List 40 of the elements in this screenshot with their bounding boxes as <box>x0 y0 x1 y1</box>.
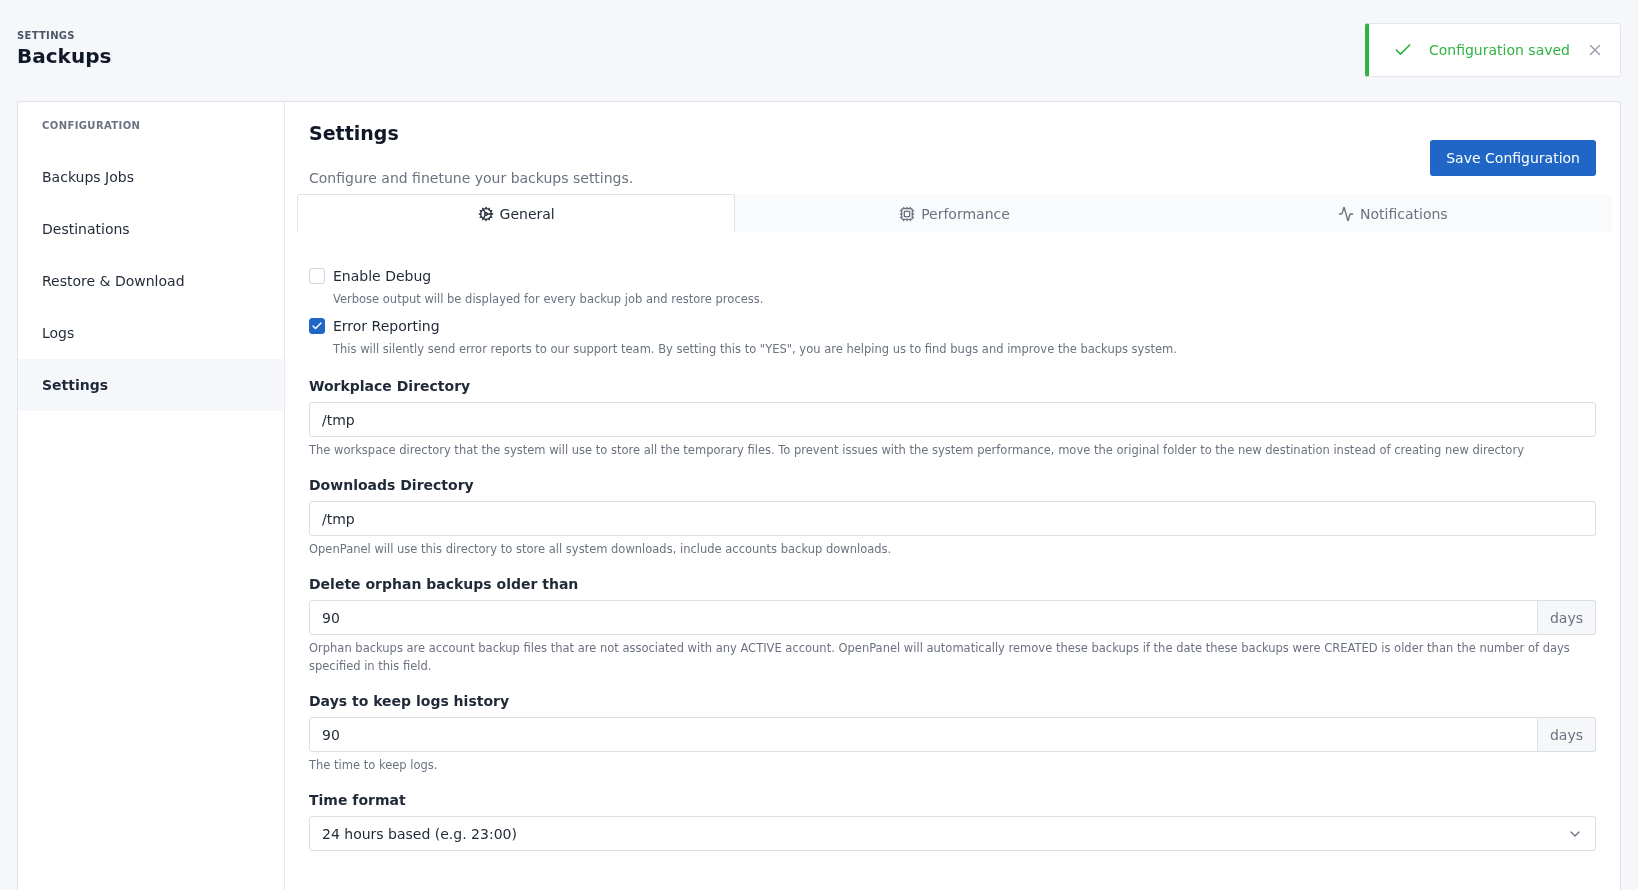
help-text: The workspace directory that the system will use to store all the temporary files. To prevent issues with the system performance, move the original folder to the new destination instead of creating new directory <box>309 442 1525 459</box>
sidebar-item[interactable]: Restore & Download <box>18 255 284 307</box>
gear-icon <box>477 205 494 222</box>
sidebar-item[interactable]: Destinations <box>18 203 284 255</box>
check-icon <box>311 320 323 332</box>
input-field[interactable]: /tmp <box>309 402 1596 437</box>
sidebar-item[interactable]: Logs <box>18 307 284 359</box>
checkbox[interactable] <box>309 318 325 334</box>
checkbox-label: Enable Debug <box>333 268 433 284</box>
unit-addon: days <box>1537 717 1596 752</box>
panel-description: Configure and finetune your backups settings. <box>309 170 634 186</box>
tab[interactable]: Performance <box>735 194 1174 232</box>
field-label: Days to keep logs history <box>309 693 511 709</box>
help-text: The time to keep logs. <box>309 757 439 774</box>
save-button[interactable]: Save Configuration <box>1430 140 1596 176</box>
page-title: Backups <box>17 44 112 68</box>
checkbox-label: Error Reporting <box>333 318 441 334</box>
breadcrumb: SETTINGS <box>17 30 76 41</box>
tab[interactable]: General <box>297 194 736 232</box>
field-label: Delete orphan backups older than <box>309 576 580 592</box>
field-label: Workplace Directory <box>309 378 472 394</box>
tab[interactable]: Notifications <box>1173 194 1612 232</box>
toast-message: Configuration saved <box>1428 42 1570 58</box>
field-label: Downloads Directory <box>309 477 475 493</box>
checkbox-description: This will silently send error reports to our support team. By setting this to "YES", you are helping us to find bugs and improve the backups system. <box>333 341 1178 358</box>
help-text: Orphan backups are account backup files that are not associated with any ACTIVE account. OpenPanel will automatically remove these backups if the date these backups were CREATED is older than the number of days specified in this field. <box>309 640 1571 675</box>
panel-title: Settings <box>309 122 400 144</box>
pulse-icon <box>1338 205 1354 222</box>
chip-icon <box>899 205 916 222</box>
input-field[interactable]: /tmp <box>309 501 1596 536</box>
input-field[interactable]: 90 <box>309 600 1538 635</box>
sidebar-heading: CONFIGURATION <box>41 120 142 133</box>
help-text: OpenPanel will use this directory to store all system downloads, include accounts backup downloads. <box>309 541 893 558</box>
field-label: Time format <box>309 792 407 808</box>
select-field[interactable]: 24 hours based (e.g. 23:00) <box>309 816 1596 851</box>
unit-addon: days <box>1537 600 1596 635</box>
checkbox-description: Verbose output will be displayed for every backup job and restore process. <box>333 291 765 308</box>
sidebar-item[interactable]: Backups Jobs <box>18 151 284 203</box>
input-field[interactable]: 90 <box>309 717 1538 752</box>
sidebar-item[interactable]: Settings <box>18 359 284 411</box>
